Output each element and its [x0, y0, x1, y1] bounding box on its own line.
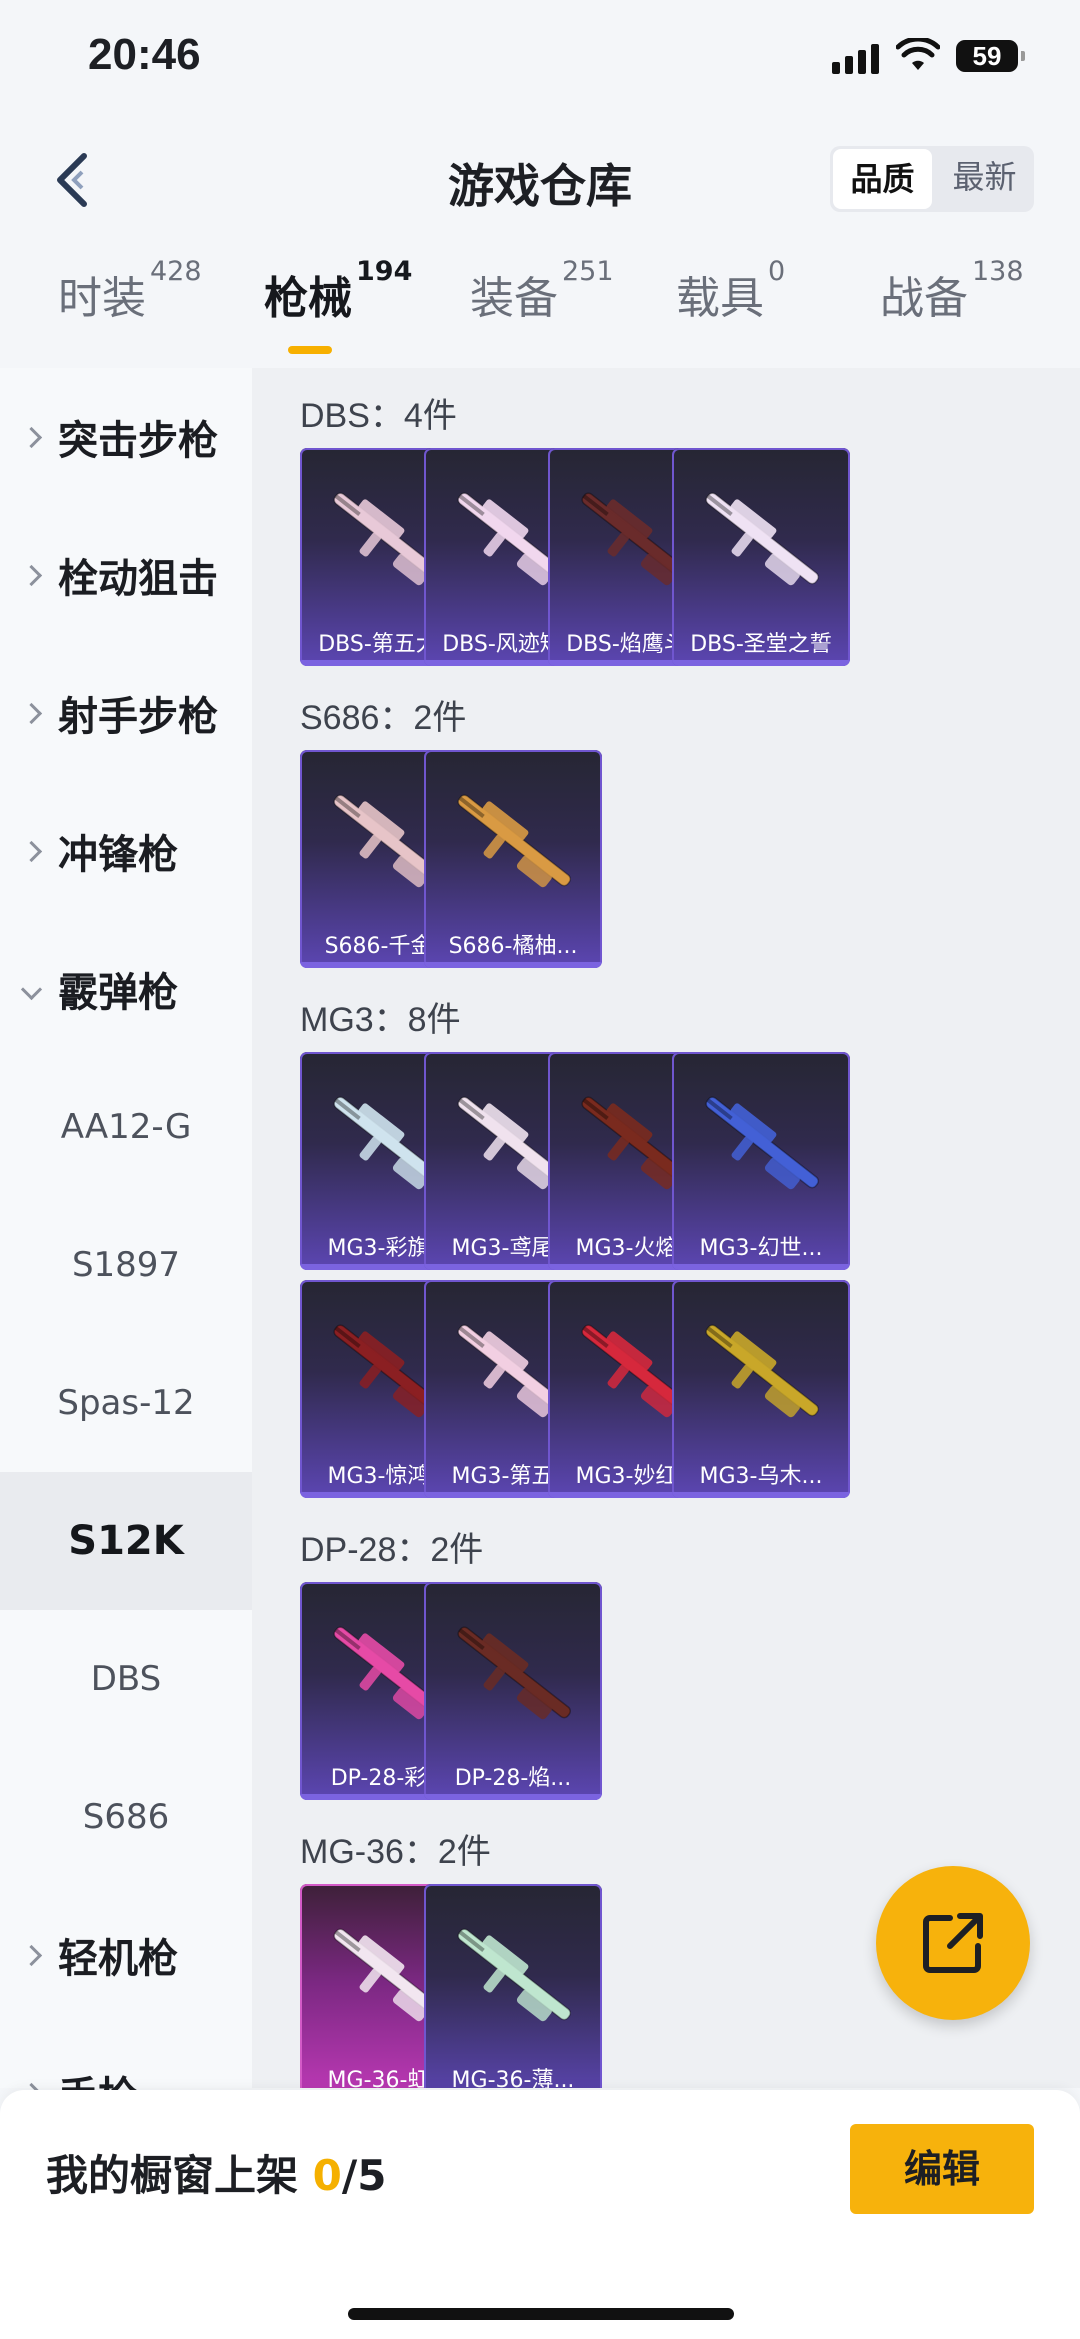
tab-count: 251	[562, 256, 614, 287]
header: 游戏仓库 品质 最新	[0, 120, 1080, 240]
share-icon	[923, 1913, 983, 1973]
weapon-thumbnail-icon	[705, 1324, 820, 1418]
weapon-skin-name: MG3-幻世...	[699, 1236, 823, 1261]
sort-quality-button[interactable]: 品质	[833, 149, 932, 209]
weapon-skin-name: S686-橘柚...	[448, 934, 578, 959]
sidebar-subitem-label: Spas-12	[57, 1383, 195, 1423]
sidebar-item[interactable]: DBS	[0, 1610, 252, 1748]
sort-toggle: 品质 最新	[830, 146, 1034, 212]
tab-count: 138	[972, 256, 1024, 287]
group-title: DP-28：2件	[300, 1531, 484, 1569]
weapon-thumbnail-icon	[457, 1928, 572, 2022]
weapon-skin-name: DP-28-焰...	[454, 1766, 572, 1791]
home-indicator	[348, 2308, 734, 2320]
tab-label: 时装	[58, 273, 146, 324]
sidebar-item[interactable]: 轻机枪	[0, 1886, 252, 2024]
weapon-skin-card[interactable]: MG3-乌木...	[672, 1280, 850, 1498]
sidebar-subitem-label: AA12-G	[60, 1107, 192, 1147]
sidebar-item[interactable]: S12K	[0, 1472, 252, 1610]
bottom-bar: 我的橱窗上架 0/5 编辑	[0, 2090, 1080, 2339]
weapon-skin-name: DBS-圣堂之誓	[690, 632, 832, 657]
tab-gear[interactable]: 战备138	[880, 256, 1024, 326]
group-title: S686：2件	[300, 699, 467, 737]
sidebar-subitem-label: S686	[82, 1797, 170, 1837]
sidebar-subitem-label: S12K	[68, 1518, 184, 1564]
quality-bar	[672, 1492, 850, 1498]
tab-vehicles[interactable]: 载具0	[676, 256, 785, 326]
sort-newest-button[interactable]: 最新	[935, 146, 1034, 212]
tab-label: 载具	[676, 273, 764, 324]
tab-count: 194	[356, 256, 413, 287]
battery-icon: 59	[956, 40, 1025, 72]
showcase-count: 0	[312, 2151, 342, 2200]
quality-bar	[424, 1794, 602, 1800]
active-tab-indicator	[288, 346, 332, 354]
showcase-label: 我的橱窗上架	[46, 2151, 313, 2200]
weapon-thumbnail-icon	[457, 1626, 572, 1720]
sidebar-subitem-label: S1897	[71, 1245, 181, 1285]
sidebar-item[interactable]: 霰弹枪	[0, 920, 252, 1058]
weapon-list: DBS：4件 DBS-第五大道 DBS-风迹短诗 DBS-焰鹰斗篷 DBS-圣堂之誓 S6…	[252, 368, 1080, 2088]
weapon-skin-card[interactable]: MG-36-薄...	[424, 1884, 602, 2088]
weapon-thumbnail-icon	[457, 794, 572, 888]
tab-guns[interactable]: 枪械194	[264, 256, 412, 326]
sidebar-item[interactable]: 栓动狙击	[0, 506, 252, 644]
tab-fashion[interactable]: 时装428	[58, 256, 202, 326]
group-title: MG3：8件	[300, 1001, 461, 1039]
tab-count: 428	[150, 256, 202, 287]
quality-bar	[672, 1264, 850, 1270]
edit-button[interactable]: 编辑	[850, 2124, 1034, 2214]
weapon-skin-card[interactable]: DBS-圣堂之誓	[672, 448, 850, 666]
tab-label: 装备	[470, 273, 558, 324]
tab-count: 0	[768, 256, 786, 287]
group-title: MG-36：2件	[300, 1833, 491, 1871]
cellular-signal-icon	[832, 44, 879, 74]
tab-label: 战备	[880, 273, 968, 324]
sidebar-item[interactable]: 冲锋枪	[0, 782, 252, 920]
quality-bar	[424, 962, 602, 968]
showcase-total: /5	[341, 2151, 387, 2200]
sidebar-item[interactable]: S1897	[0, 1196, 252, 1334]
weapon-type-sidebar: 突击步枪 栓动狙击 射手步枪 冲锋枪 霰弹枪 AA12-G S1897 Spas-12 S12K…	[0, 368, 252, 2120]
weapon-skin-card[interactable]: MG3-幻世...	[672, 1052, 850, 1270]
sidebar-item[interactable]: Spas-12	[0, 1334, 252, 1472]
category-tabs: 时装428 枪械194 装备251 载具0 战备138	[0, 256, 1080, 362]
weapon-skin-name: MG-36-薄...	[451, 2068, 575, 2088]
weapon-skin-card[interactable]: DP-28-焰...	[424, 1582, 602, 1800]
sidebar-subitem-label: DBS	[90, 1659, 162, 1699]
share-button[interactable]	[876, 1866, 1030, 2020]
weapon-thumbnail-icon	[705, 1096, 820, 1190]
wifi-icon	[896, 38, 940, 70]
sidebar-item[interactable]: AA12-G	[0, 1058, 252, 1196]
sidebar-item[interactable]: 突击步枪	[0, 368, 252, 506]
tab-label: 枪械	[264, 273, 352, 324]
weapon-skin-card[interactable]: S686-橘柚...	[424, 750, 602, 968]
weapon-thumbnail-icon	[705, 492, 820, 586]
status-bar: 20:46 59	[0, 0, 1080, 120]
sidebar-item[interactable]: 射手步枪	[0, 644, 252, 782]
quality-bar	[672, 660, 850, 666]
tab-equipment[interactable]: 装备251	[470, 256, 614, 326]
weapon-skin-name: MG3-乌木...	[699, 1464, 823, 1489]
group-title: DBS：4件	[300, 397, 457, 435]
clock: 20:46	[88, 30, 201, 79]
sidebar-item[interactable]: S686	[0, 1748, 252, 1886]
showcase-counter: 我的橱窗上架 0/5	[46, 2142, 386, 2203]
